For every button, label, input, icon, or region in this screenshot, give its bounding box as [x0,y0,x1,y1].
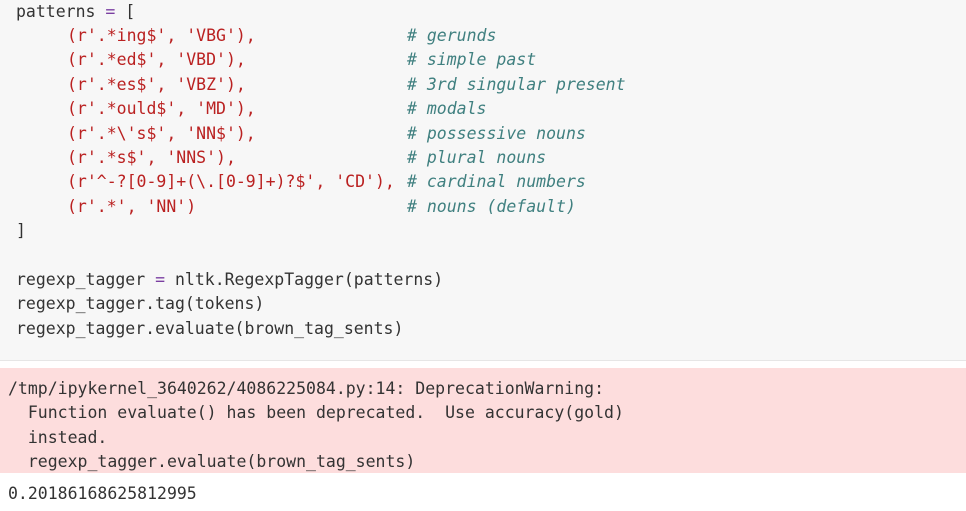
pattern-code: (r'^-?[0-9]+(\.[0-9]+)?$', 'CD'), [67,172,395,191]
pattern-code: (r'.*s$', 'NNS'), [67,148,236,167]
warning-line: /tmp/ipykernel_3640262/4086225084.py:14:… [8,379,605,398]
assign-operator: = [155,270,166,289]
close-bracket: ] [16,221,26,240]
pattern-comment: # nouns (default) [407,197,576,216]
pattern-code: (r'.*ing$', 'VBG'), [67,26,256,45]
code-line-patterns-header: patterns = [ [16,0,135,24]
pattern-code: (r'.*es$', 'VBZ'), [67,75,246,94]
constructor-call: nltk.RegexpTagger(patterns) [174,270,444,289]
warning-line: Function evaluate() has been deprecated.… [8,403,624,422]
pattern-code: (r'.*', 'NN') [67,197,197,216]
pattern-code: (r'.*\'s$', 'NN$'), [67,124,256,143]
variable-name: regexp_tagger [16,270,146,289]
open-bracket: [ [125,2,136,21]
pattern-comment: # plural nouns [407,148,547,167]
pattern-comment: # gerunds [407,26,497,45]
pattern-code: (r'.*ed$', 'VBD'), [67,50,246,69]
pattern-comment: # 3rd singular present [407,75,626,94]
execution-result: 0.20186168625812995 [8,484,197,503]
pattern-code: (r'.*ould$', 'MD'), [67,99,256,118]
pattern-comment: # modals [407,99,487,118]
warning-line: instead. [8,428,108,447]
pattern-comment: # possessive nouns [407,124,586,143]
warning-line: regexp_tagger.evaluate(brown_tag_sents) [8,452,416,471]
code-line-tag: regexp_tagger.tag(tokens) [16,294,265,313]
code-line-assign-tagger: regexp_tagger = nltk.RegexpTagger(patter… [16,268,443,292]
stderr-output: /tmp/ipykernel_3640262/4086225084.py:14:… [0,368,966,473]
code-line-evaluate: regexp_tagger.evaluate(brown_tag_sents) [16,319,404,338]
pattern-comment: # cardinal numbers [407,172,586,191]
assign-operator: = [105,2,116,21]
code-cell[interactable]: patterns = [ (r'.*ing$', 'VBG'), # gerun… [0,0,966,361]
pattern-comment: # simple past [407,50,537,69]
variable-name: patterns [16,2,96,21]
